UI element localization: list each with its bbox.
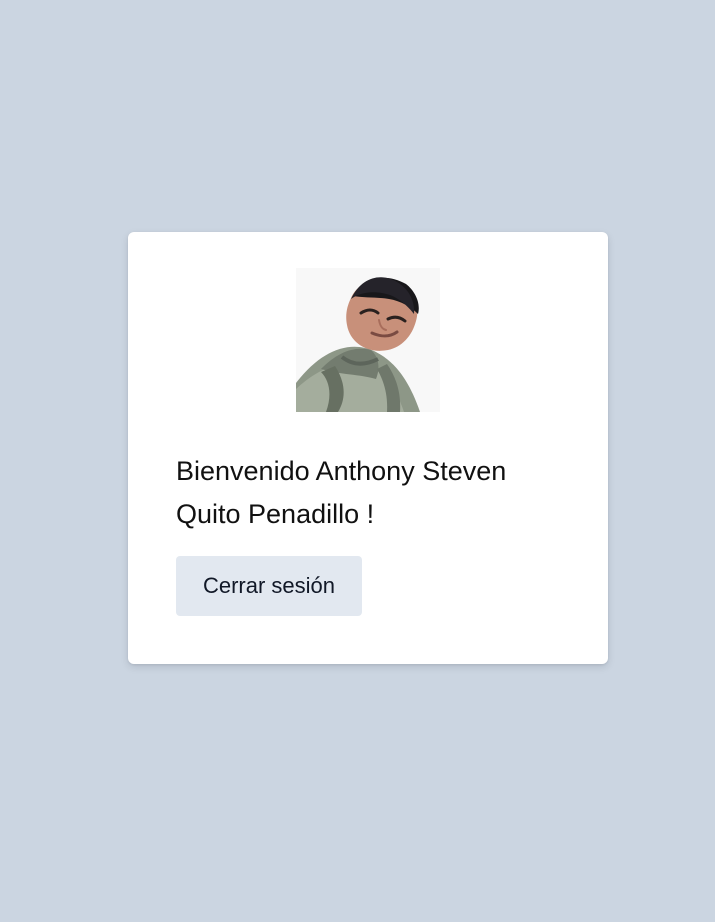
- profile-avatar: [296, 268, 440, 412]
- logout-button[interactable]: Cerrar sesión: [176, 556, 362, 616]
- welcome-message: Bienvenido Anthony Steven Quito Penadill…: [176, 456, 507, 529]
- page-background: Bienvenido Anthony Steven Quito Penadill…: [0, 0, 715, 922]
- welcome-card: Bienvenido Anthony Steven Quito Penadill…: [128, 232, 608, 664]
- profile-photo-icon: [296, 268, 440, 412]
